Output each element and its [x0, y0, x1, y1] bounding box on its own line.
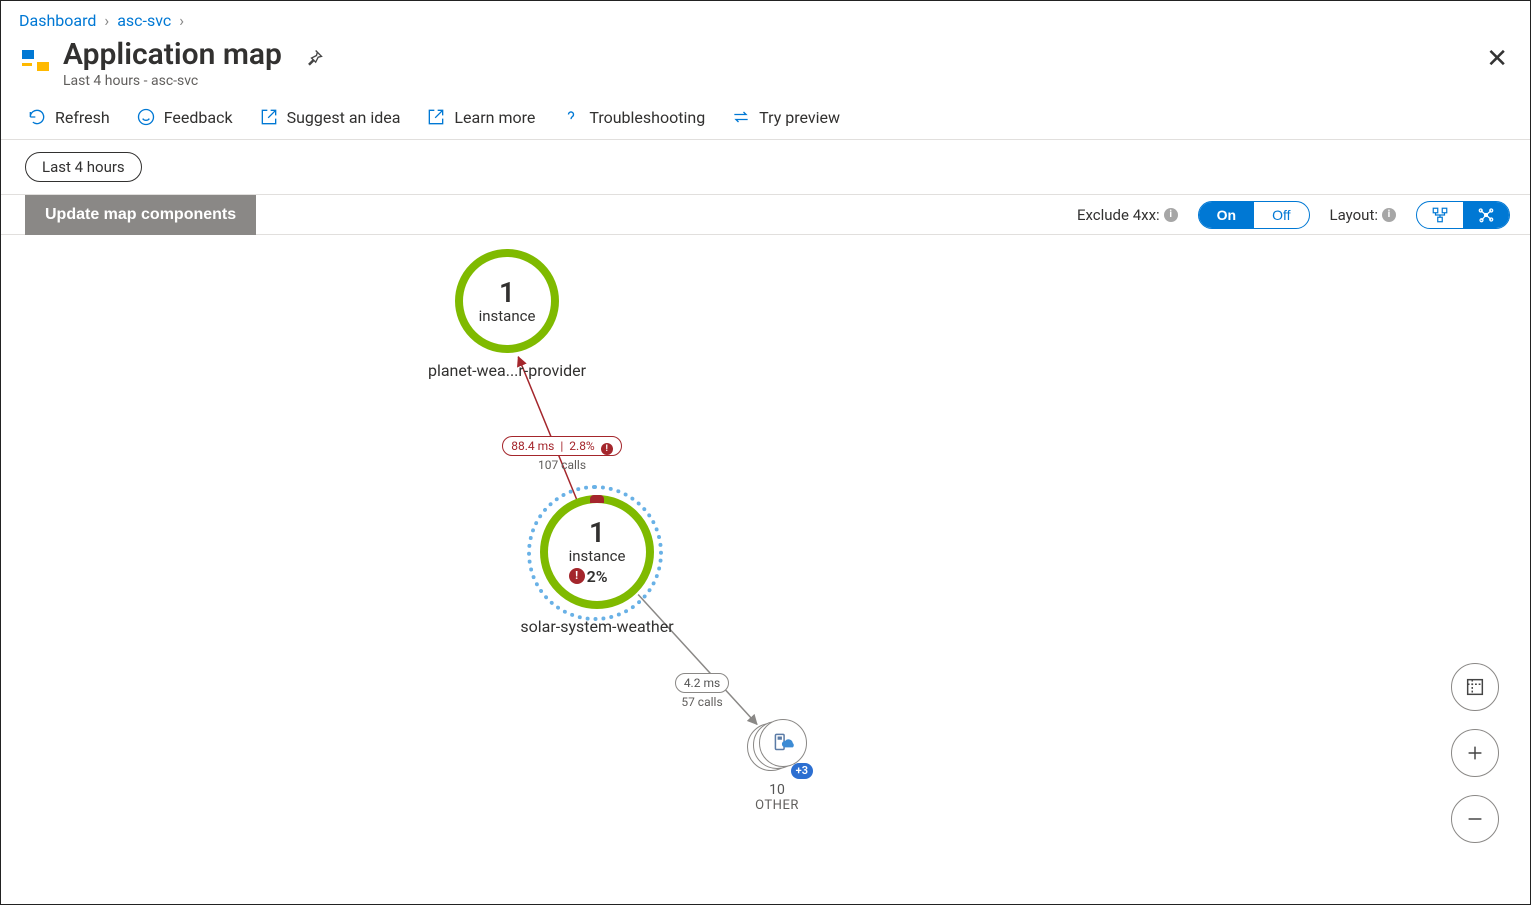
node-instance-unit: instance	[569, 549, 626, 564]
more-badge: +3	[791, 763, 813, 779]
fit-to-screen-button[interactable]	[1451, 663, 1499, 711]
external-link-icon	[259, 107, 279, 127]
node-label: planet-wea...r-provider	[427, 361, 587, 380]
node-count: 10	[742, 782, 812, 798]
close-icon[interactable]: ✕	[1486, 44, 1508, 74]
node-planet-weather-provider[interactable]: 1 instance planet-wea...r-provider	[427, 249, 587, 380]
info-icon[interactable]: i	[1382, 208, 1396, 222]
zoom-out-button[interactable]	[1451, 795, 1499, 843]
suggest-button[interactable]: Suggest an idea	[259, 107, 401, 127]
node-solar-system-weather[interactable]: 1 instance ! 2% solar-system-weather	[507, 495, 687, 636]
smile-icon	[136, 107, 156, 127]
learn-more-label: Learn more	[454, 108, 535, 127]
zoom-in-button[interactable]	[1451, 729, 1499, 777]
edge-calls: 57 calls	[642, 695, 762, 709]
info-icon[interactable]: i	[1164, 208, 1178, 222]
layout-toggle[interactable]	[1416, 201, 1510, 229]
timerange-row: Last 4 hours	[1, 140, 1530, 195]
exclude-4xx-label: Exclude 4xx: i	[1077, 206, 1178, 224]
error-arc	[590, 495, 604, 503]
chevron-right-icon: ›	[177, 11, 186, 30]
edge-latency: 4.2 ms	[684, 676, 720, 690]
node-label: solar-system-weather	[507, 617, 687, 636]
edge-error-pct: 2.8%	[569, 439, 594, 453]
timerange-picker[interactable]: Last 4 hours	[25, 152, 142, 182]
alert-icon: !	[601, 443, 613, 455]
node-error-pct: 2%	[587, 567, 608, 586]
pin-icon[interactable]	[304, 48, 324, 72]
exclude-4xx-toggle[interactable]: On Off	[1198, 201, 1310, 229]
edge-solar-to-planet[interactable]: 88.4 ms | 2.8% ! 107 calls	[482, 436, 642, 472]
exclude-4xx-off[interactable]: Off	[1254, 202, 1308, 228]
edge-latency: 88.4 ms	[511, 439, 554, 453]
try-preview-label: Try preview	[759, 108, 840, 127]
exclude-4xx-on[interactable]: On	[1199, 202, 1254, 228]
appinsights-icon	[19, 44, 51, 76]
feedback-label: Feedback	[164, 108, 233, 127]
node-instance-unit: instance	[479, 309, 536, 324]
map-zoom-controls	[1451, 663, 1499, 843]
question-icon	[561, 107, 581, 127]
breadcrumb-resource[interactable]: asc-svc	[117, 11, 171, 30]
node-instance-count: 1	[479, 279, 536, 307]
update-map-button[interactable]: Update map components	[25, 195, 256, 235]
troubleshooting-button[interactable]: Troubleshooting	[561, 107, 705, 127]
suggest-label: Suggest an idea	[287, 108, 401, 127]
refresh-label: Refresh	[55, 108, 110, 127]
learn-more-button[interactable]: Learn more	[426, 107, 535, 127]
breadcrumb-dashboard[interactable]: Dashboard	[19, 11, 96, 30]
refresh-button[interactable]: Refresh	[27, 107, 110, 127]
page-subtitle: Last 4 hours - asc-svc	[63, 73, 282, 89]
page-header: Application map Last 4 hours - asc-svc ✕	[1, 34, 1530, 97]
chevron-right-icon: ›	[102, 11, 111, 30]
feedback-button[interactable]: Feedback	[136, 107, 233, 127]
node-other[interactable]: +3 10 OTHER	[742, 719, 812, 813]
layout-force-button[interactable]	[1463, 202, 1509, 228]
troubleshooting-label: Troubleshooting	[589, 108, 705, 127]
swap-icon	[731, 107, 751, 127]
node-instance-count: 1	[569, 519, 626, 547]
page-title: Application map	[63, 38, 282, 71]
breadcrumb: Dashboard › asc-svc ›	[1, 1, 1530, 34]
command-bar: Refresh Feedback Suggest an idea Learn m…	[1, 97, 1530, 140]
try-preview-button[interactable]: Try preview	[731, 107, 840, 127]
layout-hierarchy-button[interactable]	[1417, 202, 1463, 228]
application-map-canvas[interactable]: 88.4 ms | 2.8% ! 107 calls 4.2 ms 57 cal…	[2, 233, 1529, 903]
node-label: OTHER	[742, 798, 812, 813]
server-cloud-icon	[770, 730, 796, 756]
edge-calls: 107 calls	[482, 458, 642, 472]
layout-label: Layout: i	[1330, 206, 1396, 224]
external-link-icon	[426, 107, 446, 127]
map-control-bar: Update map components Exclude 4xx: i On …	[1, 195, 1530, 235]
alert-icon: !	[569, 568, 585, 584]
refresh-icon	[27, 107, 47, 127]
edge-solar-to-other[interactable]: 4.2 ms 57 calls	[642, 673, 762, 709]
